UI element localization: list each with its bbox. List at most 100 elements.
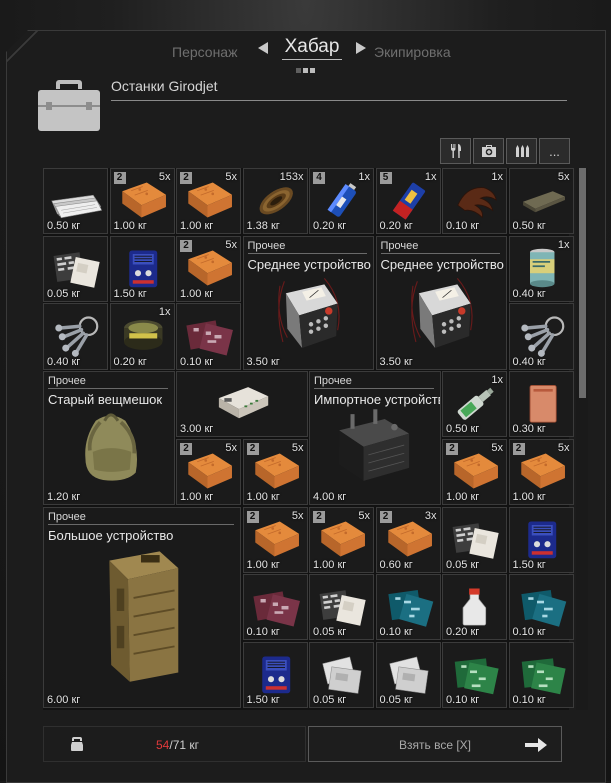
loot-item-pcbgreen2[interactable]: 0.10 кг	[508, 641, 574, 709]
item-weight: 0.05 кг	[313, 626, 347, 639]
loot-item-brick5[interactable]: 2 5x 1.00 кг	[242, 438, 308, 505]
loot-item-device-mid1[interactable]: Прочее Среднее устройство 3.50 кг	[242, 235, 374, 370]
item-weight: 0.05 кг	[313, 694, 347, 707]
loot-item-wire[interactable]: 153x 1.38 кг	[242, 168, 308, 235]
loot-item-pcbblue1[interactable]: 0.10 кг	[375, 574, 441, 641]
loot-item-brick2[interactable]: 2 5x 1.00 кг	[176, 168, 241, 235]
loot-item-brick4[interactable]: 2 5x 1.00 кг	[176, 438, 241, 505]
fork-knife-icon	[450, 144, 461, 158]
loot-item-claw[interactable]: 1x 0.10 кг	[442, 168, 507, 235]
item-weight: 0.05 кг	[47, 287, 81, 300]
item-quantity: 1x	[557, 238, 570, 251]
loot-item-bottle[interactable]: 1x 0.50 кг	[442, 371, 507, 438]
item-quantity: 5x	[225, 238, 237, 251]
loot-item-radio1[interactable]: 1.50 кг	[109, 235, 175, 302]
item-weight: 1.00 кг	[180, 490, 214, 503]
loot-item-brick7[interactable]: 2 5x 1.00 кг	[508, 438, 574, 505]
item-weight: 0.20 кг	[113, 355, 147, 368]
loot-item-sack[interactable]: Прочее Старый вещмешок 1.20 кг	[43, 371, 175, 505]
item-category: Прочее	[48, 375, 86, 388]
loot-item-pcbpaper2[interactable]: 0.05 кг	[442, 506, 507, 573]
stack-count-badge: 2	[246, 510, 259, 523]
loot-item-brick8[interactable]: 2 5x 1.00 кг	[242, 506, 308, 573]
loot-item-pcbpaper1[interactable]: 0.05 кг	[43, 235, 108, 302]
loot-item-flask[interactable]: 0.20 кг	[442, 574, 507, 641]
loot-item-pcbpaper3[interactable]: 0.05 кг	[309, 574, 374, 641]
loot-item-pcbred2[interactable]: 0.10 кг	[242, 574, 308, 641]
loot-item-battery-red[interactable]: 5 1x 0.20 кг	[375, 168, 441, 235]
item-image	[115, 247, 172, 291]
item-name: Среднее устройство	[380, 256, 504, 272]
filter-ammo-button[interactable]	[506, 138, 537, 164]
loot-item-router[interactable]: 3.00 кг	[176, 371, 308, 438]
stack-count-badge: 2	[446, 442, 458, 455]
item-quantity: 3x	[424, 509, 437, 522]
item-weight: 0.20 кг	[446, 626, 480, 639]
item-weight: 0.10 кг	[512, 626, 546, 639]
item-quantity: 5x	[358, 509, 370, 522]
loot-item-brick3[interactable]: 2 5x 1.00 кг	[176, 235, 241, 302]
item-weight: 0.10 кг	[512, 694, 546, 707]
item-quantity: 1x	[491, 374, 503, 387]
category-underline	[48, 523, 234, 525]
scrollbar-thumb[interactable]	[579, 168, 586, 398]
loot-item-device-import[interactable]: Прочее Импортное устройств... 4.00 кг	[309, 371, 441, 505]
loot-item-brick6[interactable]: 2 5x 1.00 кг	[442, 438, 507, 505]
tab-loot[interactable]: Хабар	[258, 36, 366, 60]
item-image	[181, 179, 238, 223]
loot-item-radio3[interactable]: 1.50 кг	[242, 641, 308, 709]
loot-item-keys1[interactable]: 0.40 кг	[43, 303, 108, 370]
item-quantity: 5x	[291, 441, 304, 454]
filter-food-button[interactable]	[440, 138, 471, 164]
loot-item-brick1[interactable]: 2 5x 1.00 кг	[109, 168, 175, 235]
nav-prev-icon[interactable]	[258, 42, 268, 54]
loot-item-pcbblue2[interactable]: 0.10 кг	[508, 574, 574, 641]
loot-item-device-big[interactable]: Прочее Большое устройство 6.00 кг	[43, 506, 241, 709]
loot-item-brick10[interactable]: 2 3x 0.60 кг	[375, 506, 441, 573]
take-all-button[interactable]: Взять все [X]	[308, 726, 562, 762]
tab-equipment[interactable]: Экипировка	[374, 44, 451, 60]
footer-bar: 54/71 кг Взять все [X]	[43, 726, 562, 762]
page-dot-active	[310, 68, 315, 73]
item-image	[447, 450, 504, 494]
briefcase-icon	[38, 80, 100, 131]
item-quantity: 5x	[158, 171, 171, 183]
item-image	[326, 406, 427, 487]
loot-item-papers2[interactable]: 0.05 кг	[375, 641, 441, 709]
filter-more-button[interactable]: ...	[539, 138, 570, 164]
loot-item-papers1[interactable]: 0.05 кг	[309, 641, 374, 709]
item-image	[381, 653, 438, 697]
item-weight: 1.00 кг	[113, 220, 147, 233]
item-image	[381, 179, 438, 223]
loot-item-battery-blue[interactable]: 4 1x 0.20 кг	[309, 168, 374, 235]
nav-next-icon[interactable]	[356, 42, 366, 54]
item-image	[447, 382, 504, 426]
loot-item-bar[interactable]: 5x 0.50 кг	[508, 168, 574, 235]
loot-item-device-mid2[interactable]: Прочее Среднее устройство 3.50 кг	[375, 235, 507, 370]
loot-item-can[interactable]: 1x 0.40 кг	[508, 235, 574, 302]
loot-item-pcbred1[interactable]: 0.10 кг	[176, 303, 241, 370]
item-name: Большое устройство	[48, 527, 174, 543]
item-image	[115, 179, 172, 223]
loot-item-newspaper[interactable]: 0.50 кг	[43, 168, 108, 235]
loot-item-radio2[interactable]: 1.50 кг	[508, 506, 574, 573]
item-weight: 1.00 кг	[180, 287, 214, 300]
filter-medicine-button[interactable]	[473, 138, 504, 164]
ammo-icon	[515, 145, 529, 157]
loot-item-keys2[interactable]: 0.40 кг	[508, 303, 574, 370]
item-image	[181, 314, 238, 358]
loot-item-brick9[interactable]: 2 5x 1.00 кг	[309, 506, 374, 573]
tab-character[interactable]: Персонаж	[172, 44, 237, 60]
item-quantity: 5x	[491, 441, 503, 454]
loot-item-tin[interactable]: 1x 0.20 кг	[109, 303, 175, 370]
item-image	[514, 314, 571, 358]
loot-item-redpad[interactable]: 0.30 кг	[508, 371, 574, 438]
item-image	[181, 247, 238, 291]
item-weight: 0.10 кг	[446, 694, 480, 707]
item-image	[248, 653, 305, 697]
loot-item-pcbgreen1[interactable]: 0.10 кг	[442, 641, 507, 709]
item-weight: 1.00 кг	[246, 490, 280, 503]
item-weight: 1.00 кг	[246, 558, 280, 571]
item-weight: 0.30 кг	[512, 423, 546, 436]
item-weight: 4.00 кг	[313, 490, 347, 503]
